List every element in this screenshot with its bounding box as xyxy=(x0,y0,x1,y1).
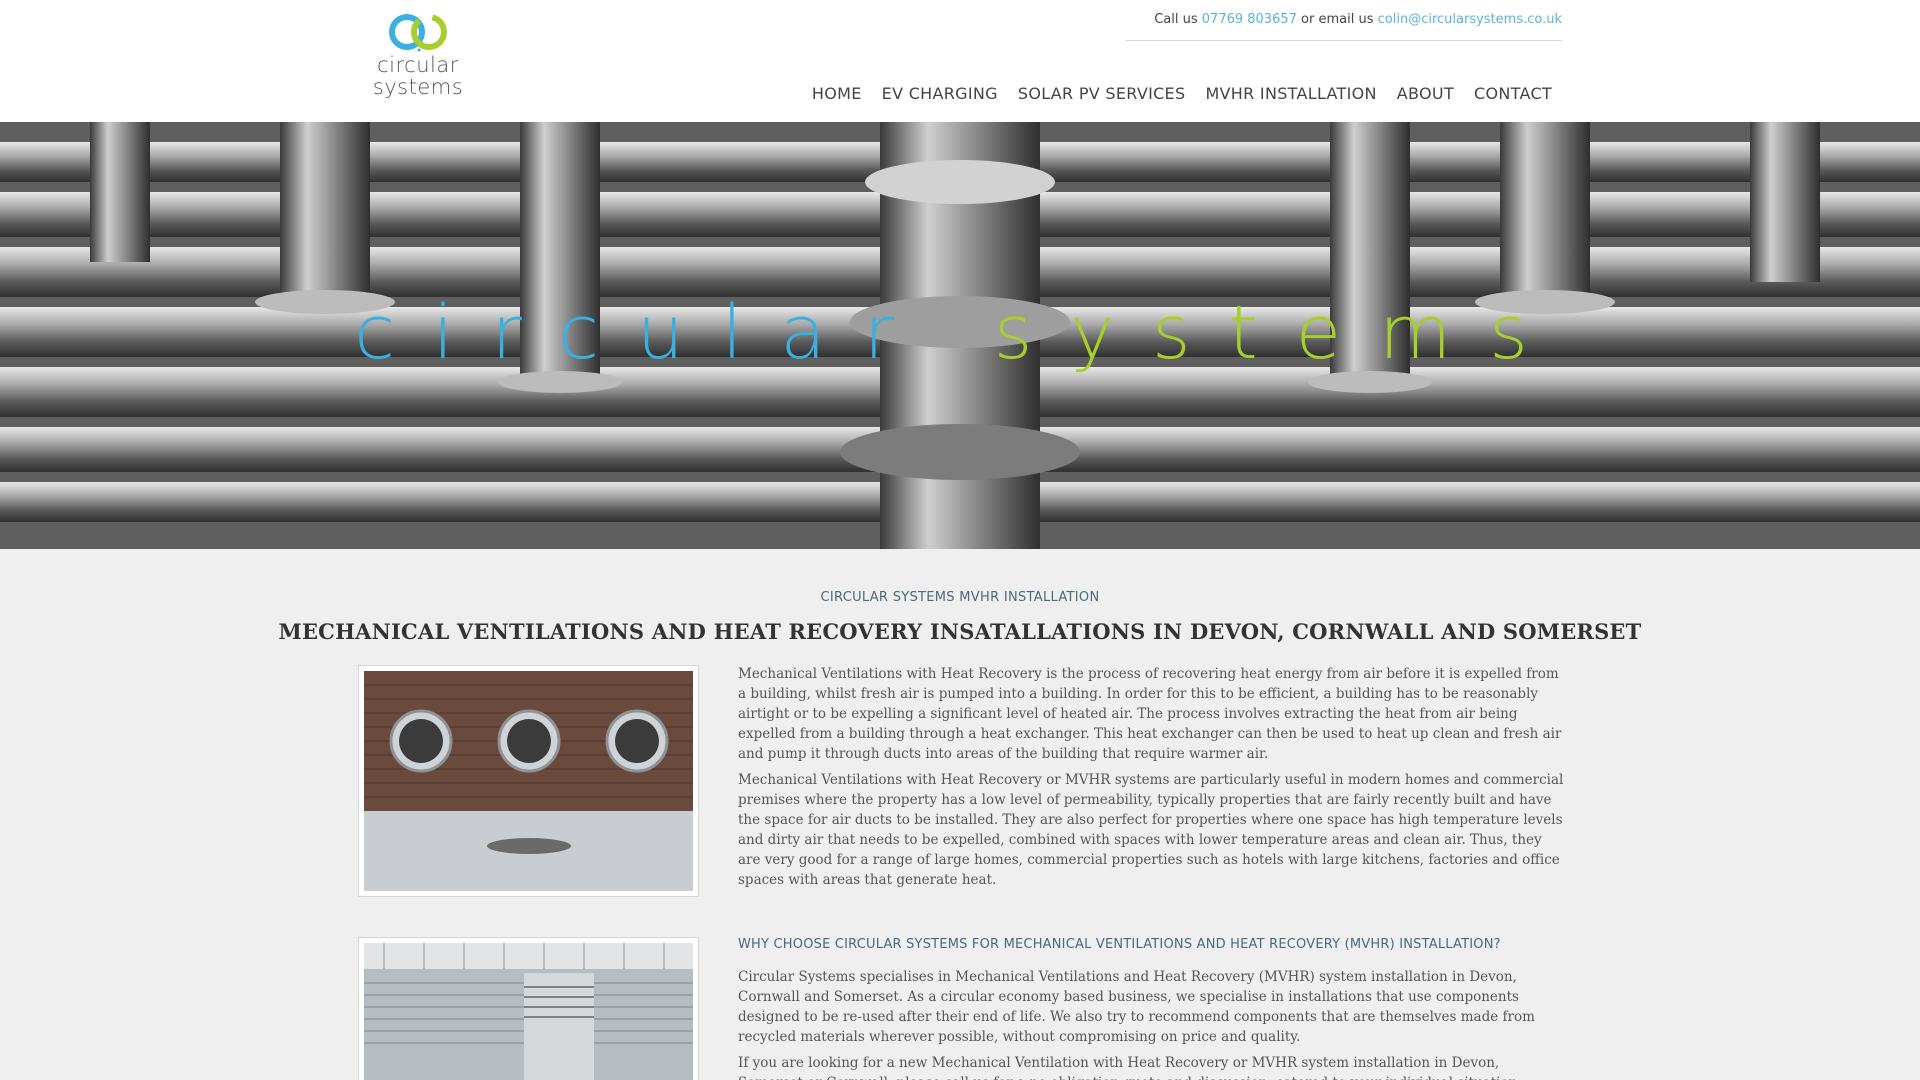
hero-title: circular systems xyxy=(0,290,1920,376)
hero-banner: circular systems xyxy=(0,122,1920,549)
hero-word-circular: circular xyxy=(354,290,933,376)
logo-rings-icon xyxy=(389,14,447,52)
intro-paragraph-2: Mechanical Ventilations with Heat Recove… xyxy=(738,772,1564,888)
email-link[interactable]: colin@circularsystems.co.uk xyxy=(1378,12,1562,27)
phone-link[interactable]: 07769 803657 xyxy=(1202,12,1297,27)
vent-cowl-image xyxy=(358,937,699,1080)
why-choose-heading: WHY CHOOSE CIRCULAR SYSTEMS FOR MECHANIC… xyxy=(738,937,1501,952)
why-paragraph-1: Circular Systems specialises in Mechanic… xyxy=(738,969,1535,1045)
nav-solar-pv-services[interactable]: SOLAR PV SERVICES xyxy=(1018,84,1186,103)
nav-contact[interactable]: CONTACT xyxy=(1474,84,1552,103)
nav-ev-charging[interactable]: EV CHARGING xyxy=(882,84,998,103)
contact-divider xyxy=(1125,40,1562,41)
site-header: circular systems Call us 07769 803657 or… xyxy=(0,0,1920,122)
why-paragraph-2: If you are looking for a new Mechanical … xyxy=(738,1055,1522,1080)
logo-text-systems: systems xyxy=(372,75,464,99)
site-logo[interactable]: circular systems xyxy=(368,10,468,110)
contact-line: Call us 07769 803657 or email us colin@c… xyxy=(1154,12,1562,27)
vents-brick-wall-image xyxy=(358,665,699,897)
contact-mid: or email us xyxy=(1301,12,1374,27)
hero-word-systems: systems xyxy=(993,290,1566,376)
nav-mvhr-installation[interactable]: MVHR INSTALLATION xyxy=(1205,84,1376,103)
page-title: MECHANICAL VENTILATIONS AND HEAT RECOVER… xyxy=(278,619,1642,644)
nav-home[interactable]: HOME xyxy=(812,84,862,103)
section-subtitle: CIRCULAR SYSTEMS MVHR INSTALLATION xyxy=(820,590,1100,605)
main-nav: HOME EV CHARGING SOLAR PV SERVICES MVHR … xyxy=(812,84,1552,103)
logo-text-circular: circular xyxy=(377,53,459,77)
contact-prefix: Call us xyxy=(1154,12,1198,27)
nav-about[interactable]: ABOUT xyxy=(1397,84,1454,103)
intro-paragraph-1: Mechanical Ventilations with Heat Recove… xyxy=(738,666,1562,762)
